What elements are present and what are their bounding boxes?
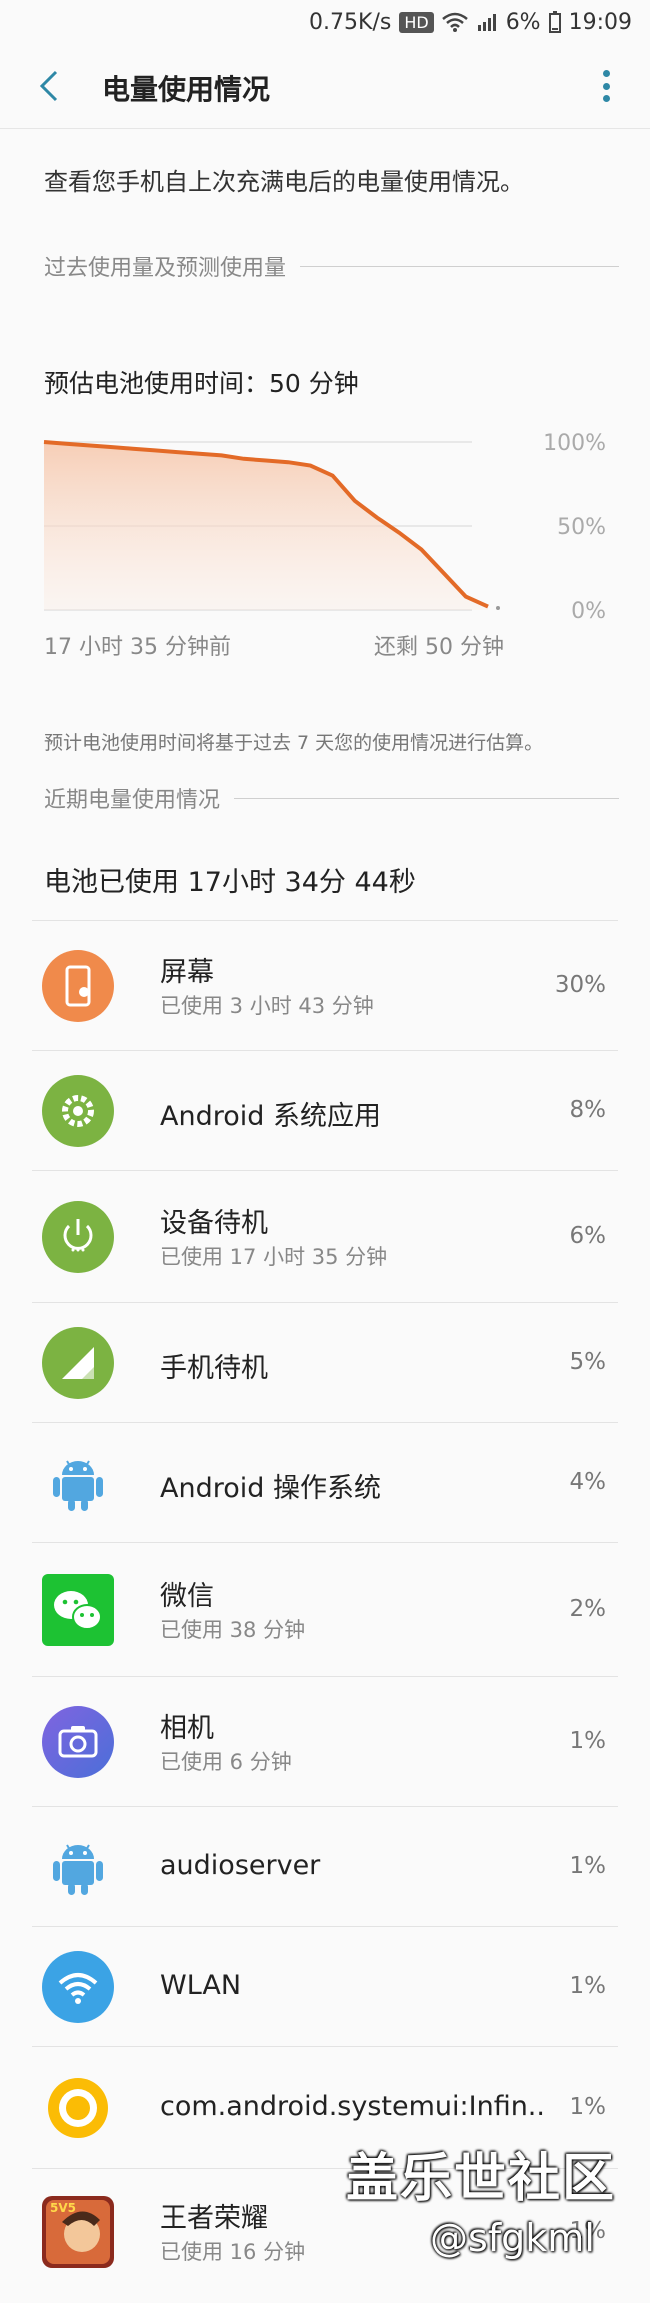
usage-list-item[interactable]: 屏幕已使用 3 小时 43 分钟 30% (32, 920, 618, 1050)
usage-duration: 已使用 38 分钟 (160, 1618, 306, 1642)
cell-signal-icon (477, 14, 496, 31)
usage-percent: 5% (569, 1349, 607, 1375)
y-tick-label: 100% (543, 431, 606, 456)
description: 查看您手机自上次充满电后的电量使用情况。 (44, 168, 524, 196)
app-name: Android 系统应用 (160, 1101, 381, 1132)
app-bar: 电量使用情况 (0, 44, 650, 129)
section-header-recent-label: 近期电量使用情况 (44, 788, 221, 813)
app-name: WLAN (160, 1970, 242, 2001)
wechat-icon (42, 1574, 114, 1646)
y-tick-label: 0% (571, 599, 606, 624)
android-icon (42, 1831, 114, 1903)
hd-badge: HD (399, 11, 434, 33)
chart-end-marker (496, 606, 500, 610)
usage-duration: 已使用 6 分钟 (160, 1750, 292, 1774)
screen-icon (42, 950, 114, 1022)
app-name: audioserver (160, 1850, 321, 1881)
app-name: com.android.systemui:Infin.. (160, 2091, 545, 2122)
section-header-recent: 近期电量使用情况 (44, 782, 619, 814)
wifi-icon (42, 1951, 114, 2023)
power-icon (42, 1201, 114, 1273)
battery-usage-chart: 100% 50% 0% 17 小时 35 分钟前 还剩 50 分钟 (43, 431, 606, 660)
oreo-icon (42, 2072, 114, 2144)
status-bar: 0.75K/s HD 6% 19:09 (0, 0, 650, 44)
usage-list-item[interactable]: audioserver 1% (32, 1806, 618, 1926)
gear-icon (42, 1075, 114, 1147)
usage-percent: 8% (569, 1097, 607, 1123)
game-icon: 5V5 (42, 2196, 114, 2268)
section-header-past: 过去使用量及预测使用量 (44, 250, 619, 282)
network-speed: 0.75K/s (309, 9, 392, 35)
usage-percent: 1% (569, 1853, 607, 1879)
svg-text:5V5: 5V5 (50, 2201, 76, 2215)
estimated-time: 预估电池使用时间：50 分钟 (44, 369, 359, 398)
android-icon (42, 1447, 114, 1519)
y-tick-label: 50% (557, 515, 606, 540)
usage-list-item[interactable]: 相机已使用 6 分钟 1% (32, 1676, 618, 1806)
battery-percent: 6% (505, 9, 541, 35)
usage-duration: 已使用 17 小时 35 分钟 (160, 1245, 388, 1269)
x-axis-label: 17 小时 35 分钟前 (44, 635, 231, 660)
signal-icon (42, 1327, 114, 1399)
usage-percent: 30% (554, 972, 606, 998)
usage-list-item[interactable]: WLAN 1% (32, 1926, 618, 2046)
usage-list-item[interactable]: 微信已使用 38 分钟 2% (32, 1542, 618, 1676)
battery-icon (548, 11, 561, 33)
usage-list-item[interactable]: 手机待机 5% (32, 1302, 618, 1422)
app-name: 微信 (160, 1581, 214, 1612)
page-title: 电量使用情况 (102, 73, 271, 106)
app-name: 设备待机 (160, 1208, 268, 1239)
usage-percent: 4% (569, 1469, 607, 1495)
back-arrow-icon[interactable] (36, 68, 66, 104)
wifi-icon (441, 12, 468, 32)
clock: 19:09 (568, 9, 632, 35)
app-name: 屏幕 (160, 957, 214, 988)
section-header-past-label: 过去使用量及预测使用量 (44, 256, 287, 281)
estimate-note: 预计电池使用时间将基于过去 7 天您的使用情况进行估算。 (44, 732, 544, 754)
usage-percent: 1% (569, 1728, 607, 1754)
usage-list-item[interactable]: Android 操作系统 4% (32, 1422, 618, 1542)
app-name: 王者荣耀 (160, 2203, 268, 2234)
more-options-icon[interactable] (602, 70, 610, 102)
usage-duration: 已使用 3 小时 43 分钟 (160, 994, 374, 1018)
app-name: 手机待机 (160, 1353, 268, 1384)
app-name: 相机 (160, 1713, 214, 1744)
app-name: Android 操作系统 (160, 1473, 381, 1504)
usage-percent: 2% (569, 1596, 607, 1622)
x-axis-label: 还剩 50 分钟 (374, 635, 504, 660)
usage-duration: 已使用 16 分钟 (160, 2240, 306, 2264)
usage-list-item[interactable]: 设备待机已使用 17 小时 35 分钟 6% (32, 1170, 618, 1302)
usage-list: 屏幕 已使用 3 小时 43 分钟 30% Android 系统应用 8% 设备待机 已使用… (32, 920, 618, 2294)
usage-percent: 1% (569, 1973, 607, 1999)
usage-list-item[interactable]: Android 系统应用 8% (32, 1050, 618, 1170)
watermark-text: 盖乐世社区 (346, 2149, 617, 2209)
total-usage: 电池已使用 17小时 34分 44秒 (44, 867, 416, 898)
usage-percent: 6% (569, 1223, 607, 1249)
camera-icon (42, 1706, 114, 1778)
usage-percent: 1% (569, 2094, 607, 2120)
watermark-handle: @sfgkml (430, 2216, 595, 2260)
